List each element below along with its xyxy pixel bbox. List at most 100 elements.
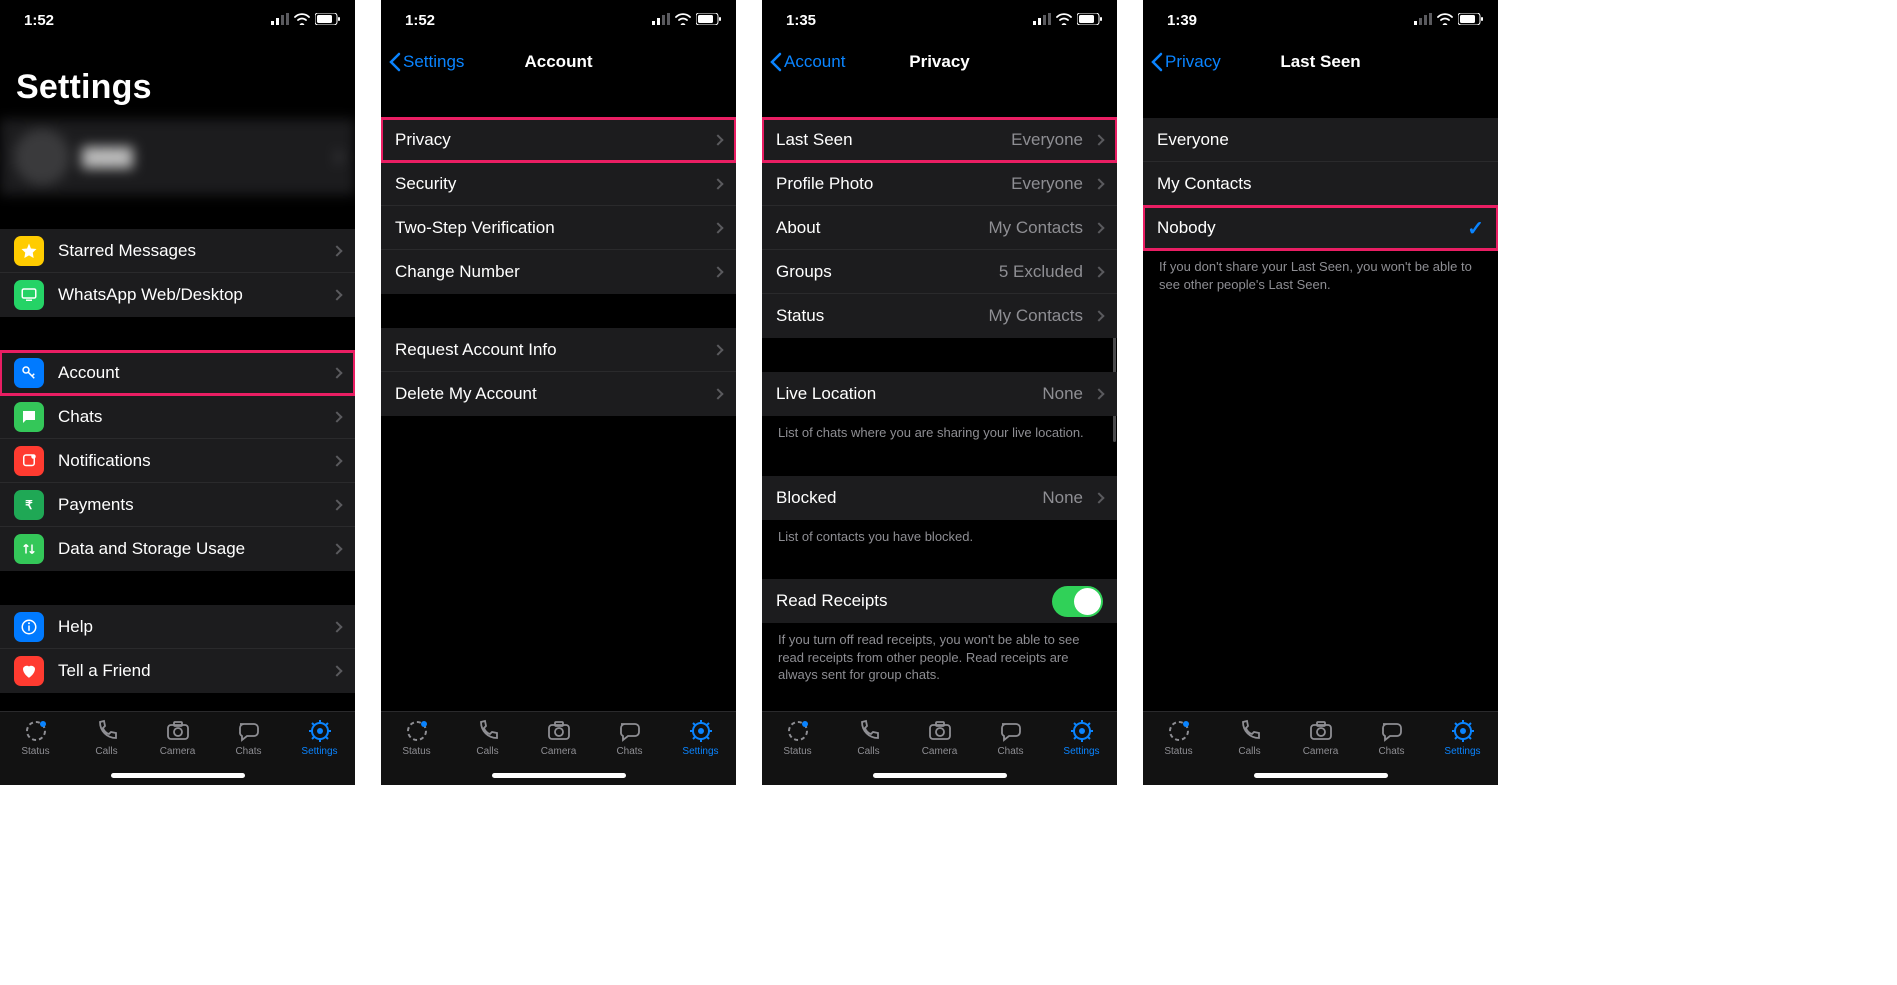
tab-chats[interactable]: Chats [594, 718, 665, 757]
svg-text:₹: ₹ [25, 497, 33, 511]
chevron-right-icon [1093, 310, 1104, 321]
row-label: Nobody [1157, 218, 1467, 238]
status-bar: 1:52 [0, 0, 355, 40]
nav-bar: Privacy Last Seen [1143, 40, 1498, 84]
row-value: Everyone [1011, 130, 1083, 150]
tab-calls[interactable]: Calls [833, 718, 904, 757]
tab-camera[interactable]: Camera [1285, 718, 1356, 757]
row-my-contacts[interactable]: My Contacts [1143, 162, 1498, 206]
footer-text: List of contacts you have blocked. [762, 520, 1117, 546]
tab-settings[interactable]: Settings [665, 718, 736, 757]
key-icon [14, 358, 44, 388]
row-status[interactable]: StatusMy Contacts [762, 294, 1117, 338]
tab-calls[interactable]: Calls [1214, 718, 1285, 757]
row-label: Privacy [395, 130, 714, 150]
row-change-number[interactable]: Change Number [381, 250, 736, 294]
tab-camera[interactable]: Camera [523, 718, 594, 757]
chats-icon [1379, 718, 1405, 744]
tab-chats[interactable]: Chats [213, 718, 284, 757]
tab-status[interactable]: Status [762, 718, 833, 757]
home-indicator [111, 773, 245, 778]
row-account[interactable]: Account [0, 351, 355, 395]
row-security[interactable]: Security [381, 162, 736, 206]
row-last-seen[interactable]: Last SeenEveryone [762, 118, 1117, 162]
tab-label: Status [1164, 746, 1192, 757]
row-data-storage[interactable]: Data and Storage Usage [0, 527, 355, 571]
row-value: None [1042, 384, 1083, 404]
status-time: 1:52 [405, 12, 435, 29]
row-privacy[interactable]: Privacy [381, 118, 736, 162]
row-live-location[interactable]: Live LocationNone [762, 372, 1117, 416]
tab-settings[interactable]: Settings [284, 718, 355, 757]
row-notifications[interactable]: Notifications [0, 439, 355, 483]
screen-privacy: 1:35 Account Privacy Last SeenEveryone P… [762, 0, 1117, 785]
tab-chats[interactable]: Chats [975, 718, 1046, 757]
settings-icon [688, 718, 714, 744]
tab-status[interactable]: Status [0, 718, 71, 757]
chevron-right-icon [1093, 388, 1104, 399]
row-profile-photo[interactable]: Profile PhotoEveryone [762, 162, 1117, 206]
row-groups[interactable]: Groups5 Excluded [762, 250, 1117, 294]
updown-icon [14, 534, 44, 564]
row-label: Data and Storage Usage [58, 539, 333, 559]
row-label: Starred Messages [58, 241, 333, 261]
chevron-right-icon [712, 178, 723, 189]
tab-status[interactable]: Status [381, 718, 452, 757]
row-payments[interactable]: ₹ Payments [0, 483, 355, 527]
row-help[interactable]: Help [0, 605, 355, 649]
row-chats[interactable]: Chats [0, 395, 355, 439]
tab-label: Calls [1238, 746, 1260, 757]
row-label: Account [58, 363, 333, 383]
tab-camera[interactable]: Camera [904, 718, 975, 757]
back-button[interactable]: Privacy [1151, 52, 1221, 72]
camera-icon [927, 718, 953, 744]
row-read-receipts[interactable]: Read Receipts [762, 579, 1117, 623]
chevron-right-icon [331, 289, 342, 300]
battery-icon [315, 12, 341, 29]
tab-chats[interactable]: Chats [1356, 718, 1427, 757]
tab-label: Camera [1303, 746, 1339, 757]
row-blocked[interactable]: BlockedNone [762, 476, 1117, 520]
tab-calls[interactable]: Calls [71, 718, 142, 757]
tab-status[interactable]: Status [1143, 718, 1214, 757]
back-button[interactable]: Account [770, 52, 845, 72]
status-bar: 1:39 [1143, 0, 1498, 40]
wifi-icon [1437, 12, 1453, 29]
status-time: 1:35 [786, 12, 816, 29]
row-nobody[interactable]: Nobody✓ [1143, 206, 1498, 250]
status-time: 1:52 [24, 12, 54, 29]
toggle-read-receipts[interactable] [1052, 586, 1103, 617]
profile-row[interactable]: ████ [0, 119, 355, 195]
row-whatsapp-web[interactable]: WhatsApp Web/Desktop [0, 273, 355, 317]
row-label: About [776, 218, 989, 238]
nav-bar: Account Privacy [762, 40, 1117, 84]
tab-settings[interactable]: Settings [1427, 718, 1498, 757]
chevron-right-icon [1093, 266, 1104, 277]
footer-text: If you don't share your Last Seen, you w… [1143, 250, 1498, 293]
row-tell-friend[interactable]: Tell a Friend [0, 649, 355, 693]
row-starred-messages[interactable]: Starred Messages [0, 229, 355, 273]
tab-settings[interactable]: Settings [1046, 718, 1117, 757]
row-label: Two-Step Verification [395, 218, 714, 238]
status-icon [1166, 718, 1192, 744]
row-everyone[interactable]: Everyone [1143, 118, 1498, 162]
row-about[interactable]: AboutMy Contacts [762, 206, 1117, 250]
rupee-icon: ₹ [14, 490, 44, 520]
settings-icon [1450, 718, 1476, 744]
row-request-info[interactable]: Request Account Info [381, 328, 736, 372]
tab-label: Calls [95, 746, 117, 757]
camera-icon [165, 718, 191, 744]
row-delete-account[interactable]: Delete My Account [381, 372, 736, 416]
row-value: None [1042, 488, 1083, 508]
tab-camera[interactable]: Camera [142, 718, 213, 757]
wifi-icon [294, 12, 310, 29]
screen-last-seen: 1:39 Privacy Last Seen Everyone My Conta… [1143, 0, 1498, 785]
back-button[interactable]: Settings [389, 52, 464, 72]
row-two-step[interactable]: Two-Step Verification [381, 206, 736, 250]
tab-label: Chats [997, 746, 1023, 757]
settings-icon [1069, 718, 1095, 744]
chevron-right-icon [331, 367, 342, 378]
row-label: Notifications [58, 451, 333, 471]
tab-label: Settings [1444, 746, 1480, 757]
tab-calls[interactable]: Calls [452, 718, 523, 757]
